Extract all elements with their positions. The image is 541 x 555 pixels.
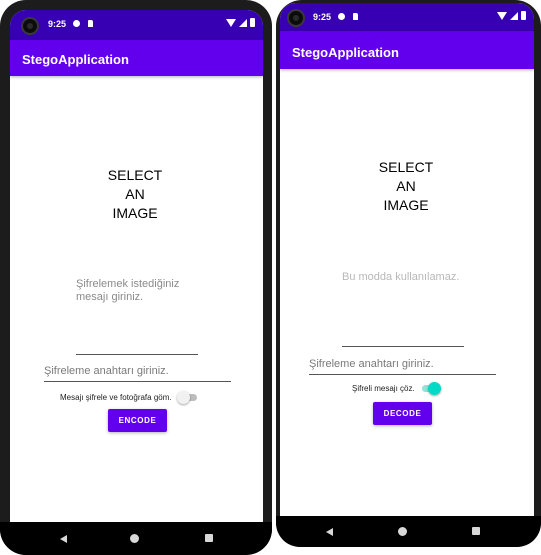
back-icon[interactable] — [326, 528, 333, 536]
home-icon[interactable] — [130, 534, 139, 543]
mode-switch[interactable] — [176, 390, 197, 404]
battery-icon — [521, 11, 526, 20]
front-camera — [287, 9, 305, 27]
switch-thumb — [176, 391, 190, 404]
signal-icon — [239, 19, 247, 27]
data-saver-icon — [73, 20, 80, 27]
front-camera — [21, 17, 39, 35]
app-title: StegoApplication — [22, 52, 129, 67]
app-title: StegoApplication — [292, 45, 399, 60]
select-image-button[interactable]: SELECT AN IMAGE — [90, 166, 180, 223]
sim-card-icon — [353, 13, 358, 20]
wifi-icon — [226, 19, 236, 27]
recents-icon[interactable] — [472, 527, 480, 535]
signal-icon — [510, 12, 518, 20]
phone-decode: 9:25 StegoApplication SELECT AN IMAGE Bu… — [276, 0, 541, 547]
phone-encode: 9:25 StegoApplication SELECT AN IMAGE Şi… — [0, 0, 272, 555]
app-bar: StegoApplication — [10, 40, 263, 76]
key-input[interactable]: Şifreleme anahtarı giriniz. — [309, 358, 496, 375]
status-icons — [497, 11, 526, 20]
mode-switch-label: Şifreli mesajı çöz. — [352, 383, 415, 393]
mode-toggle-row: Şifreli mesajı çöz. — [352, 381, 441, 395]
back-icon[interactable] — [60, 535, 67, 543]
recents-icon[interactable] — [205, 534, 213, 542]
encode-button[interactable]: ENCODE — [108, 409, 167, 432]
sim-card-icon — [88, 20, 93, 27]
message-input[interactable]: Şifrelemek istediğiniz mesajı giriniz. — [76, 278, 198, 355]
status-icons — [226, 18, 255, 27]
home-icon[interactable] — [398, 527, 407, 536]
message-input-disabled: Bu modda kullanılamaz. — [342, 271, 464, 347]
mode-toggle-row: Mesajı şifrele ve fotoğrafa göm. — [60, 390, 197, 404]
data-saver-icon — [338, 13, 345, 20]
decode-button[interactable]: DECODE — [373, 402, 432, 425]
status-time: 9:25 — [48, 19, 67, 29]
select-image-button[interactable]: SELECT AN IMAGE — [361, 158, 451, 215]
status-bar: 9:25 — [10, 10, 263, 40]
key-input[interactable]: Şifreleme anahtarı giriniz. — [44, 365, 231, 382]
switch-thumb — [427, 382, 441, 395]
mode-switch-label: Mesajı şifrele ve fotoğrafa göm. — [60, 392, 172, 402]
status-time: 9:25 — [313, 12, 332, 22]
status-bar: 9:25 — [280, 3, 534, 31]
navigation-bar — [276, 516, 541, 547]
screen-encode: 9:25 StegoApplication SELECT AN IMAGE Şi… — [10, 10, 263, 522]
mode-switch[interactable] — [420, 381, 441, 395]
battery-icon — [250, 18, 255, 27]
screen-decode: 9:25 StegoApplication SELECT AN IMAGE Bu… — [280, 3, 534, 516]
navigation-bar — [0, 522, 272, 555]
app-bar: StegoApplication — [280, 31, 534, 69]
wifi-icon — [497, 12, 507, 20]
